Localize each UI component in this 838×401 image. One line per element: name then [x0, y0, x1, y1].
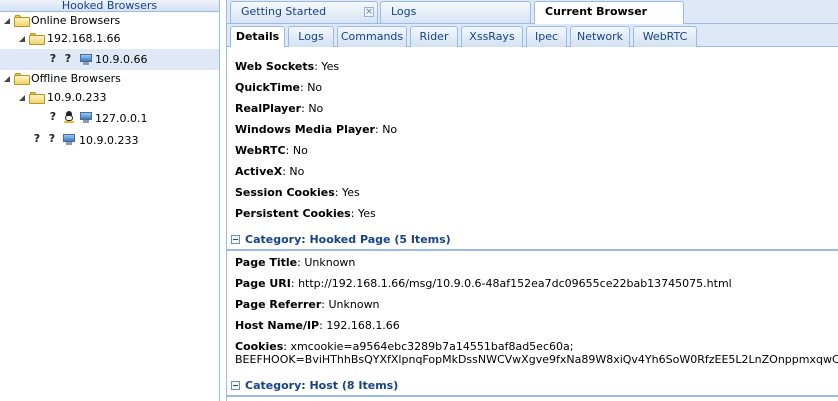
folder-icon — [14, 15, 30, 27]
detail-row: QuickTime: No — [235, 81, 323, 94]
question-icon: ? — [64, 52, 72, 65]
expand-arrow-icon[interactable] — [19, 36, 25, 42]
detail-row: Persistent Cookies: Yes — [235, 207, 376, 220]
tree-node-offline-browser-1[interactable]: ? 127.0.0.1 — [0, 108, 219, 128]
tree-node-offline-browsers[interactable]: Offline Browsers — [0, 69, 219, 89]
detail-row: RealPlayer: No — [235, 102, 324, 115]
expand-arrow-icon[interactable] — [4, 18, 10, 24]
detail-key: Page Title — [235, 256, 298, 269]
detail-key: Cookies — [235, 340, 284, 353]
expand-arrow-icon[interactable] — [4, 76, 10, 82]
tree-label-online: Online Browsers — [31, 14, 121, 27]
detail-value: Unknown — [328, 298, 380, 311]
tab-getting-started[interactable]: Getting Started × — [230, 1, 378, 23]
tab-label: Logs — [391, 5, 417, 18]
detail-key: Session Cookies — [235, 186, 335, 199]
folder-icon — [14, 73, 30, 85]
detail-value: No — [292, 144, 308, 157]
detail-value: http://192.168.1.66/msg/10.9.0.6-48af152… — [298, 277, 732, 290]
detail-key: QuickTime — [235, 81, 300, 94]
detail-value: No — [307, 81, 323, 94]
detail-row: WebRTC: No — [235, 144, 308, 157]
detail-row: Windows Media Player: No — [235, 123, 398, 136]
detail-value: No — [289, 165, 305, 178]
subtab-logs[interactable]: Logs — [288, 26, 334, 47]
subtab-ipec[interactable]: Ipec — [526, 26, 567, 47]
tree-node-online-browser[interactable]: ? ? 10.9.0.66 — [0, 49, 219, 70]
collapse-minus-icon[interactable] — [231, 235, 240, 244]
tree-node-offline-host[interactable]: 10.9.0.233 — [0, 88, 219, 108]
tree-node-offline-browser-2[interactable]: ? ? 10.9.0.233 — [0, 130, 219, 150]
tab-current-browser[interactable]: Current Browser — [534, 1, 684, 24]
question-icon: ? — [49, 52, 57, 65]
details-content[interactable]: Web Sockets: Yes QuickTime: No RealPlaye… — [227, 47, 838, 401]
detail-key: Web Sockets — [235, 60, 315, 73]
main-tab-bar: Getting Started × Logs Current Browser — [227, 0, 838, 24]
detail-row: Session Cookies: Yes — [235, 186, 360, 199]
hooked-browsers-panel: Hooked Browsers Online Browsers 192.168.… — [0, 0, 220, 401]
computer-icon — [63, 134, 75, 145]
subtab-details[interactable]: Details — [230, 26, 285, 48]
question-icon: ? — [48, 132, 56, 145]
detail-row: ActiveX: No — [235, 165, 305, 178]
subtab-commands[interactable]: Commands — [337, 26, 407, 47]
folder-icon — [29, 33, 45, 45]
expand-arrow-icon[interactable] — [19, 95, 25, 101]
detail-key: Persistent Cookies — [235, 207, 351, 220]
category-header-hooked-page[interactable]: Category: Hooked Page (5 Items) — [227, 229, 838, 251]
tree-label-offline-host: 10.9.0.233 — [47, 91, 107, 104]
question-icon: ? — [49, 110, 57, 123]
cookie-value-1: xmcookie=a9564ebc3289b7a14551baf8ad5ec60… — [290, 340, 574, 353]
tree-label-online-host: 192.168.1.66 — [47, 32, 121, 45]
tree-node-online-host[interactable]: 192.168.1.66 — [0, 29, 219, 49]
tab-label: Getting Started — [241, 5, 327, 18]
detail-row-cookies: Cookies: xmcookie=a9564ebc3289b7a14551ba… — [235, 340, 838, 366]
tab-logs[interactable]: Logs — [380, 1, 531, 23]
category-title: Category: Hooked Page (5 Items) — [245, 233, 451, 246]
detail-key: Host Name/IP — [235, 319, 320, 332]
detail-key: Windows Media Player — [235, 123, 375, 136]
sub-tab-bar: Details Logs Commands Rider XssRays Ipec… — [227, 24, 838, 48]
computer-icon — [80, 54, 92, 65]
main-panel: Getting Started × Logs Current Browser D… — [226, 0, 838, 401]
linux-icon — [64, 111, 74, 123]
detail-key: Page URI — [235, 277, 291, 290]
question-icon: ? — [33, 132, 41, 145]
detail-value: 192.168.1.66 — [326, 319, 400, 332]
subtab-xssrays[interactable]: XssRays — [461, 26, 523, 47]
tree-label-online-browser: 10.9.0.66 — [95, 53, 148, 66]
detail-value: No — [382, 123, 398, 136]
subtab-network[interactable]: Network — [570, 26, 630, 47]
detail-value: Yes — [321, 60, 340, 73]
detail-key: WebRTC — [235, 144, 286, 157]
tree-node-online-browsers[interactable]: Online Browsers — [0, 11, 219, 31]
detail-value: Yes — [341, 186, 360, 199]
collapse-minus-icon[interactable] — [231, 381, 240, 390]
detail-row: Host Name/IP: 192.168.1.66 — [235, 319, 400, 332]
close-icon[interactable]: × — [364, 7, 374, 17]
tree-label-offline: Offline Browsers — [31, 72, 121, 85]
tab-label: Current Browser — [545, 5, 648, 18]
tree-label-offline-browser-1: 127.0.0.1 — [95, 112, 148, 125]
detail-value: No — [308, 102, 324, 115]
subtab-rider[interactable]: Rider — [410, 26, 458, 47]
detail-key: Page Referrer — [235, 298, 322, 311]
detail-row: Page Title: Unknown — [235, 256, 356, 269]
detail-value: Yes — [357, 207, 376, 220]
cookie-value-2: BEEFHOOK=BviHThhBsQYXfXlpnqFopMkDssNWCVw… — [235, 353, 838, 366]
detail-row: Page URI: http://192.168.1.66/msg/10.9.0… — [235, 277, 732, 290]
category-title: Category: Host (8 Items) — [245, 379, 399, 392]
detail-key: RealPlayer — [235, 102, 302, 115]
detail-key: ActiveX — [235, 165, 283, 178]
subtab-webrtc[interactable]: WebRTC — [633, 26, 697, 47]
detail-row: Web Sockets: Yes — [235, 60, 340, 73]
computer-icon — [80, 112, 92, 123]
tree-label-offline-browser-2: 10.9.0.233 — [79, 134, 139, 147]
detail-value: Unknown — [304, 256, 356, 269]
folder-icon — [29, 92, 45, 104]
detail-row: Page Referrer: Unknown — [235, 298, 380, 311]
category-header-host[interactable]: Category: Host (8 Items) — [227, 375, 838, 397]
